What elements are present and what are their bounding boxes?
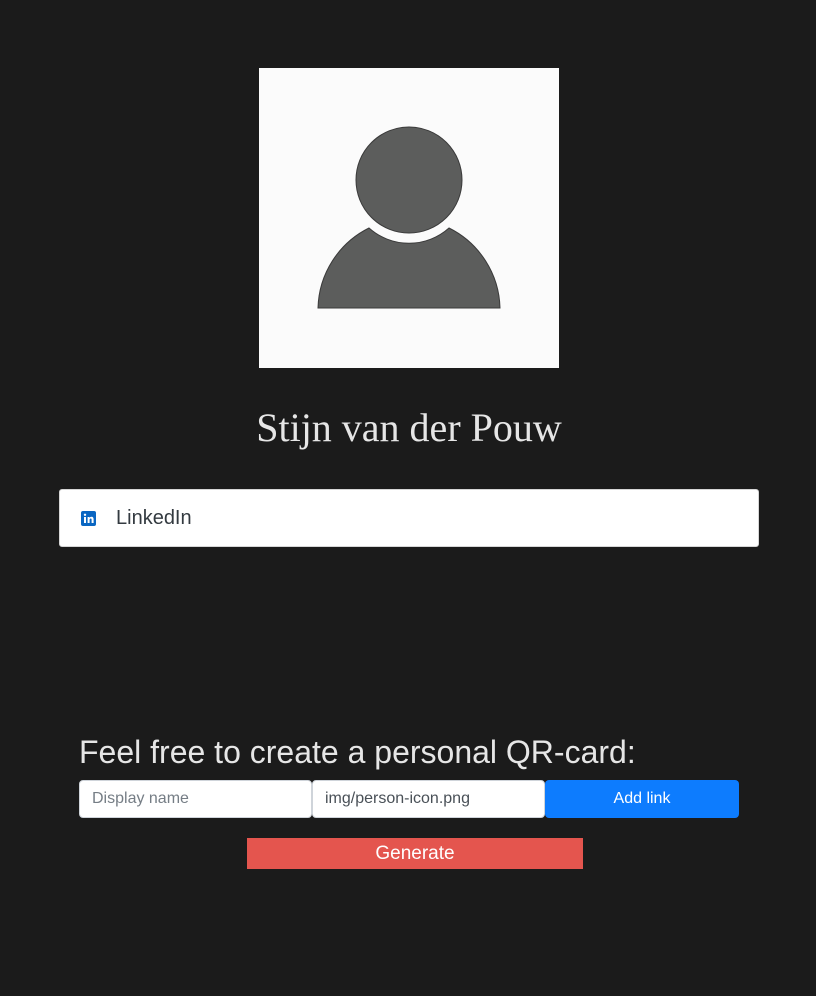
create-card-heading: Feel free to create a personal QR-card: xyxy=(79,734,636,770)
profile-name: Stijn van der Pouw xyxy=(256,405,562,450)
person-silhouette-icon xyxy=(317,126,501,309)
generate-button[interactable]: Generate xyxy=(247,838,583,869)
profile-avatar xyxy=(259,68,559,368)
display-name-input[interactable] xyxy=(79,780,312,818)
linkedin-icon xyxy=(81,510,96,526)
add-link-button[interactable]: Add link xyxy=(545,780,739,818)
link-label: LinkedIn xyxy=(116,506,192,529)
link-item-linkedin[interactable]: LinkedIn xyxy=(59,489,759,547)
icon-path-input[interactable] xyxy=(312,780,545,818)
